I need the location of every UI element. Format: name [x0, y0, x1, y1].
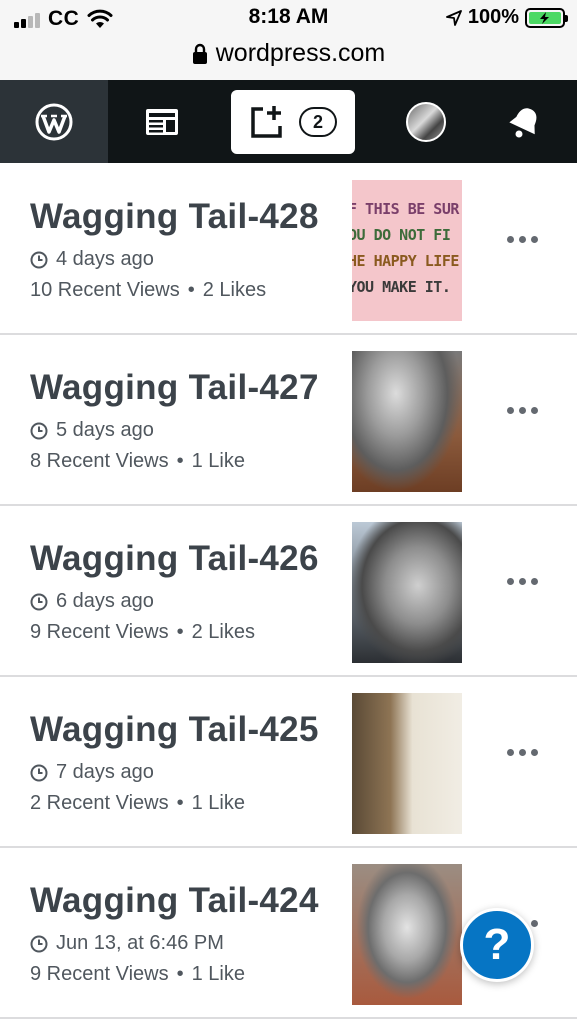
- thumbnail-text: OU DO NOT FI: [352, 226, 451, 244]
- post-title[interactable]: Wagging Tail-425: [30, 710, 319, 750]
- post-thumbnail[interactable]: F THIS BE SUR OU DO NOT FI HE HAPPY LIFE…: [352, 180, 462, 321]
- post-date-text: 7 days ago: [56, 761, 154, 783]
- thumbnail-text: YOU MAKE IT.: [352, 278, 451, 296]
- more-options-icon[interactable]: [507, 407, 538, 414]
- post-title[interactable]: Wagging Tail-428: [30, 197, 319, 237]
- views-count: 9 Recent Views: [30, 621, 169, 643]
- me-button[interactable]: [380, 80, 472, 163]
- post-thumbnail[interactable]: [352, 864, 462, 1005]
- post-stats: 9 Recent Views • 2 Likes: [30, 621, 255, 644]
- battery-percent: 100%: [467, 6, 519, 28]
- views-count: 8 Recent Views: [30, 450, 169, 472]
- post-thumbnail[interactable]: [352, 351, 462, 492]
- reader-icon: [146, 108, 178, 135]
- likes-count: 1 Like: [191, 450, 245, 472]
- write-button[interactable]: 2: [231, 90, 355, 154]
- status-bar: CC 8:18 AM 100%: [0, 0, 577, 36]
- post-title[interactable]: Wagging Tail-426: [30, 539, 319, 579]
- location-arrow-icon: [445, 9, 462, 26]
- clock-icon: [30, 935, 48, 952]
- clock-icon: [30, 764, 48, 781]
- new-post-icon: [251, 106, 282, 138]
- post-date-text: 5 days ago: [56, 419, 154, 441]
- post-thumbnail[interactable]: [352, 522, 462, 663]
- more-options-icon[interactable]: [507, 578, 538, 585]
- post-date: 5 days ago: [30, 419, 154, 442]
- thumbnail-text: HE HAPPY LIFE: [352, 252, 459, 270]
- post-date: 7 days ago: [30, 761, 154, 784]
- post-list: Wagging Tail-428 4 days ago 10 Recent Vi…: [0, 164, 577, 1019]
- post-date-text: 6 days ago: [56, 590, 154, 612]
- more-options-icon[interactable]: [507, 749, 538, 756]
- separator: •: [176, 963, 184, 985]
- post-date: 6 days ago: [30, 590, 154, 613]
- post-stats: 8 Recent Views • 1 Like: [30, 450, 245, 473]
- post-stats: 2 Recent Views • 1 Like: [30, 792, 245, 815]
- notifications-button[interactable]: [472, 80, 577, 163]
- likes-count: 1 Like: [191, 792, 245, 814]
- my-sites-button[interactable]: [0, 80, 108, 163]
- bell-icon: [508, 107, 536, 137]
- post-date-text: Jun 13, at 6:46 PM: [56, 932, 224, 954]
- clock-icon: [30, 593, 48, 610]
- separator: •: [176, 621, 184, 643]
- avatar: [406, 101, 446, 142]
- url-text: wordpress.com: [215, 39, 386, 67]
- separator: •: [176, 792, 184, 814]
- clock-icon: [30, 422, 48, 439]
- address-bar[interactable]: wordpress.com: [0, 36, 577, 80]
- masterbar: 2: [0, 80, 577, 163]
- post-date-text: 4 days ago: [56, 248, 154, 270]
- likes-count: 2 Likes: [191, 621, 255, 643]
- post-date: 4 days ago: [30, 248, 154, 271]
- draft-count-badge: 2: [299, 107, 337, 137]
- post-date: Jun 13, at 6:46 PM: [30, 932, 224, 955]
- lock-icon: [192, 43, 207, 64]
- post-row[interactable]: Wagging Tail-428 4 days ago 10 Recent Vi…: [0, 164, 577, 335]
- post-stats: 10 Recent Views • 2 Likes: [30, 279, 266, 302]
- more-options-icon[interactable]: [507, 236, 538, 243]
- post-row[interactable]: Wagging Tail-427 5 days ago 8 Recent Vie…: [0, 335, 577, 506]
- views-count: 10 Recent Views: [30, 279, 180, 301]
- clock-icon: [30, 251, 48, 268]
- post-row[interactable]: Wagging Tail-425 7 days ago 2 Recent Vie…: [0, 677, 577, 848]
- post-row[interactable]: Wagging Tail-426 6 days ago 9 Recent Vie…: [0, 506, 577, 677]
- reader-button[interactable]: [108, 80, 216, 163]
- views-count: 2 Recent Views: [30, 792, 169, 814]
- help-button[interactable]: ?: [460, 908, 534, 982]
- thumbnail-text: F THIS BE SUR: [352, 200, 459, 218]
- wordpress-logo-icon: [35, 103, 73, 140]
- help-question-icon: ?: [483, 920, 511, 969]
- post-title[interactable]: Wagging Tail-427: [30, 368, 319, 408]
- likes-count: 1 Like: [191, 963, 245, 985]
- separator: •: [187, 279, 195, 301]
- post-title[interactable]: Wagging Tail-424: [30, 881, 319, 921]
- charging-bolt-icon: [540, 11, 549, 24]
- post-thumbnail[interactable]: [352, 693, 462, 834]
- battery-icon: [525, 7, 568, 28]
- views-count: 9 Recent Views: [30, 963, 169, 985]
- separator: •: [176, 450, 184, 472]
- likes-count: 2 Likes: [202, 279, 267, 301]
- post-stats: 9 Recent Views • 1 Like: [30, 963, 245, 986]
